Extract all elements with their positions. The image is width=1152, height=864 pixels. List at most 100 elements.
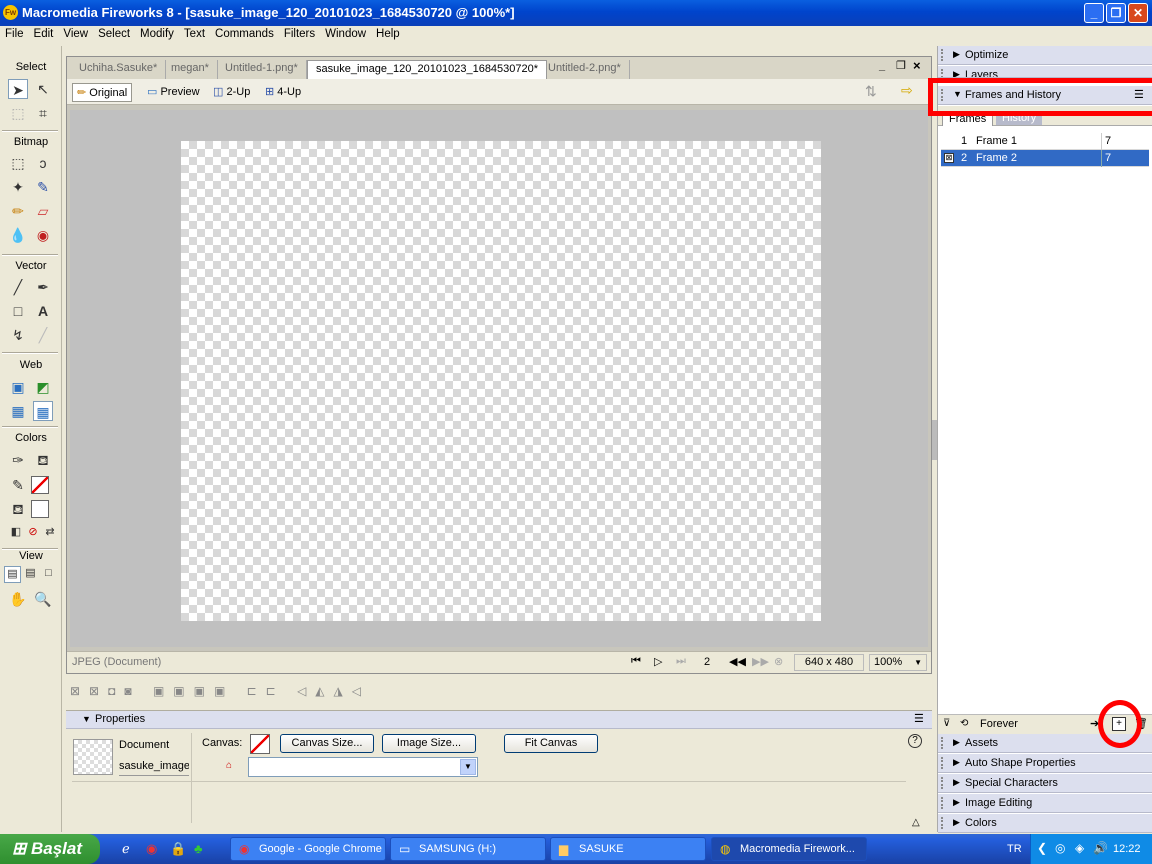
start-button[interactable]: ⊞ Başlat: [0, 834, 100, 864]
fill-color-swatch[interactable]: [31, 500, 49, 518]
pointer-tool-icon[interactable]: ➤: [8, 79, 28, 99]
preview-view-button[interactable]: ▭ Preview: [143, 83, 204, 102]
pencil-tool-icon[interactable]: ✏: [8, 201, 28, 221]
image-size-button[interactable]: Image Size...: [382, 734, 476, 753]
doc-restore-icon[interactable]: ❐: [896, 59, 906, 72]
tray-expand-icon[interactable]: ❮: [1037, 841, 1047, 855]
stroke-color-icon[interactable]: ✎: [8, 475, 28, 495]
eyedropper-tool-icon[interactable]: ✑: [8, 450, 28, 470]
line-tool-icon[interactable]: ╱: [8, 277, 28, 297]
2up-view-button[interactable]: ◫ 2-Up: [209, 83, 254, 102]
layers-panel-header[interactable]: ▶ Layers: [938, 66, 1152, 78]
doc-close-icon[interactable]: ×: [913, 58, 921, 73]
blur-tool-icon[interactable]: 💧: [8, 225, 28, 245]
properties-header[interactable]: ▼ Properties ☰: [66, 711, 932, 729]
first-frame-icon[interactable]: ⏮: [631, 655, 641, 668]
loop-count-label[interactable]: Forever: [980, 718, 1018, 730]
panel-splitter[interactable]: [932, 420, 937, 460]
minimize-button[interactable]: _: [1084, 3, 1104, 23]
menu-file[interactable]: File: [0, 26, 29, 40]
subselection-tool-icon[interactable]: ↖: [33, 79, 53, 99]
chrome-icon[interactable]: ◉: [146, 841, 157, 857]
standard-screen-mode-icon[interactable]: ▤: [4, 566, 21, 583]
menu-text[interactable]: Text: [179, 26, 210, 40]
optimize-panel-header[interactable]: ▶ Optimize: [938, 46, 1152, 65]
ie-icon[interactable]: ℯ: [122, 841, 130, 857]
lasso-tool-icon[interactable]: ↄ: [33, 153, 53, 173]
original-view-button[interactable]: ✏ Original: [72, 83, 133, 102]
4up-view-button[interactable]: ⊞ 4-Up: [261, 83, 305, 102]
knife-tool-icon[interactable]: ╱: [33, 325, 53, 345]
eraser-tool-icon[interactable]: ▱: [33, 201, 53, 221]
image-editing-panel-header[interactable]: ▶ Image Editing: [938, 794, 1152, 813]
modify-toolbar-icons[interactable]: ⊠⊠◘◙ ▣▣▣▣ ⊏⊏ ◁◭◮◁: [70, 684, 370, 698]
menu-select[interactable]: Select: [93, 26, 135, 40]
frame-row-selected[interactable]: ⊠ 2 Frame 2 7: [941, 150, 1149, 167]
menu-edit[interactable]: Edit: [29, 26, 59, 40]
slice-tool-icon[interactable]: ◩: [33, 377, 53, 397]
image-map-select[interactable]: ▼: [248, 757, 478, 777]
taskbar-button[interactable]: ◉ Google - Google Chrome: [230, 837, 386, 861]
close-button[interactable]: ✕: [1128, 3, 1148, 23]
red-eye-tool-icon[interactable]: ◉: [33, 225, 53, 245]
menu-window[interactable]: Window: [320, 26, 371, 40]
doc-tab[interactable]: megan*: [163, 60, 218, 79]
menu-modify[interactable]: Modify: [135, 26, 179, 40]
doc-tab[interactable]: Untitled-2.png*: [540, 60, 630, 79]
hotspot-tool-icon[interactable]: ▣: [8, 377, 28, 397]
text-tool-icon[interactable]: A: [33, 301, 53, 321]
document-name-field[interactable]: sasuke_image_: [119, 760, 189, 776]
canvas-size-button[interactable]: Canvas Size...: [280, 734, 374, 753]
menu-help[interactable]: Help: [371, 26, 405, 40]
transparent-canvas[interactable]: [181, 141, 821, 621]
zoom-select[interactable]: 100% ▼: [869, 654, 927, 671]
looping-icon[interactable]: ⟲: [960, 718, 968, 729]
quick-export-icon[interactable]: ⇅: [865, 83, 877, 100]
antivirus-icon[interactable]: ◈: [1075, 841, 1084, 855]
chevron-down-icon[interactable]: ▼: [460, 759, 476, 775]
help-icon[interactable]: ?: [908, 734, 922, 748]
show-slices-icon[interactable]: ▦: [33, 401, 53, 421]
fit-canvas-button[interactable]: Fit Canvas: [504, 734, 598, 753]
doc-tab[interactable]: Uchiha.Sasuke*: [71, 60, 167, 79]
full-screen-menus-icon[interactable]: ▤: [22, 566, 39, 583]
hand-tool-icon[interactable]: ✋: [8, 589, 28, 609]
clock[interactable]: 12:22: [1113, 843, 1141, 855]
scale-tool-icon[interactable]: ⬚: [8, 103, 28, 123]
last-frame-icon[interactable]: ⏭: [676, 655, 686, 668]
marquee-tool-icon[interactable]: ⬚: [8, 153, 28, 173]
doc-minimize-icon[interactable]: _: [879, 60, 885, 72]
stop-icon[interactable]: ⊗: [774, 655, 783, 668]
taskbar-button[interactable]: ▭ SAMSUNG (H:): [390, 837, 546, 861]
play-icon[interactable]: ▷: [654, 655, 662, 668]
paint-bucket-icon[interactable]: ⛾: [33, 450, 53, 470]
taskbar-button-active[interactable]: ◍ Macromedia Firework...: [711, 837, 867, 861]
menu-commands[interactable]: Commands: [210, 26, 279, 40]
stroke-color-swatch[interactable]: [31, 476, 49, 494]
onion-skinning-icon[interactable]: ⊽: [943, 718, 950, 729]
onion-skin-icon[interactable]: ⊠: [944, 153, 954, 163]
collapse-up-icon[interactable]: △: [912, 817, 920, 828]
panel-options-icon[interactable]: ☰: [914, 712, 924, 725]
crop-tool-icon[interactable]: ⌗: [33, 103, 53, 123]
next-frame-icon[interactable]: ▶▶: [752, 655, 769, 668]
auto-shape-properties-panel-header[interactable]: ▶ Auto Shape Properties: [938, 754, 1152, 773]
doc-tab-active[interactable]: sasuke_image_120_20101023_1684530720*: [307, 60, 548, 79]
rectangle-tool-icon[interactable]: □: [8, 301, 28, 321]
full-screen-mode-icon[interactable]: □: [40, 566, 57, 583]
language-indicator[interactable]: TR: [1007, 843, 1022, 855]
zoom-tool-icon[interactable]: 🔍: [33, 589, 53, 609]
canvas-area[interactable]: [70, 110, 928, 647]
special-characters-panel-header[interactable]: ▶ Special Characters: [938, 774, 1152, 793]
previous-frame-icon[interactable]: ◀◀: [729, 655, 746, 668]
tree-icon[interactable]: ♣: [194, 841, 203, 856]
preview-in-browser-icon[interactable]: ⇨: [901, 82, 913, 99]
swap-colors-icon[interactable]: ⇄: [40, 522, 60, 542]
menu-filters[interactable]: Filters: [279, 26, 320, 40]
menu-view[interactable]: View: [58, 26, 93, 40]
hide-slices-icon[interactable]: ▦: [8, 401, 28, 421]
fill-color-icon[interactable]: ⛾: [8, 499, 28, 519]
taskbar-button[interactable]: ▆ SASUKE: [550, 837, 706, 861]
frame-row[interactable]: 1 Frame 1 7: [941, 133, 1149, 150]
pen-tool-icon[interactable]: ✒: [33, 277, 53, 297]
